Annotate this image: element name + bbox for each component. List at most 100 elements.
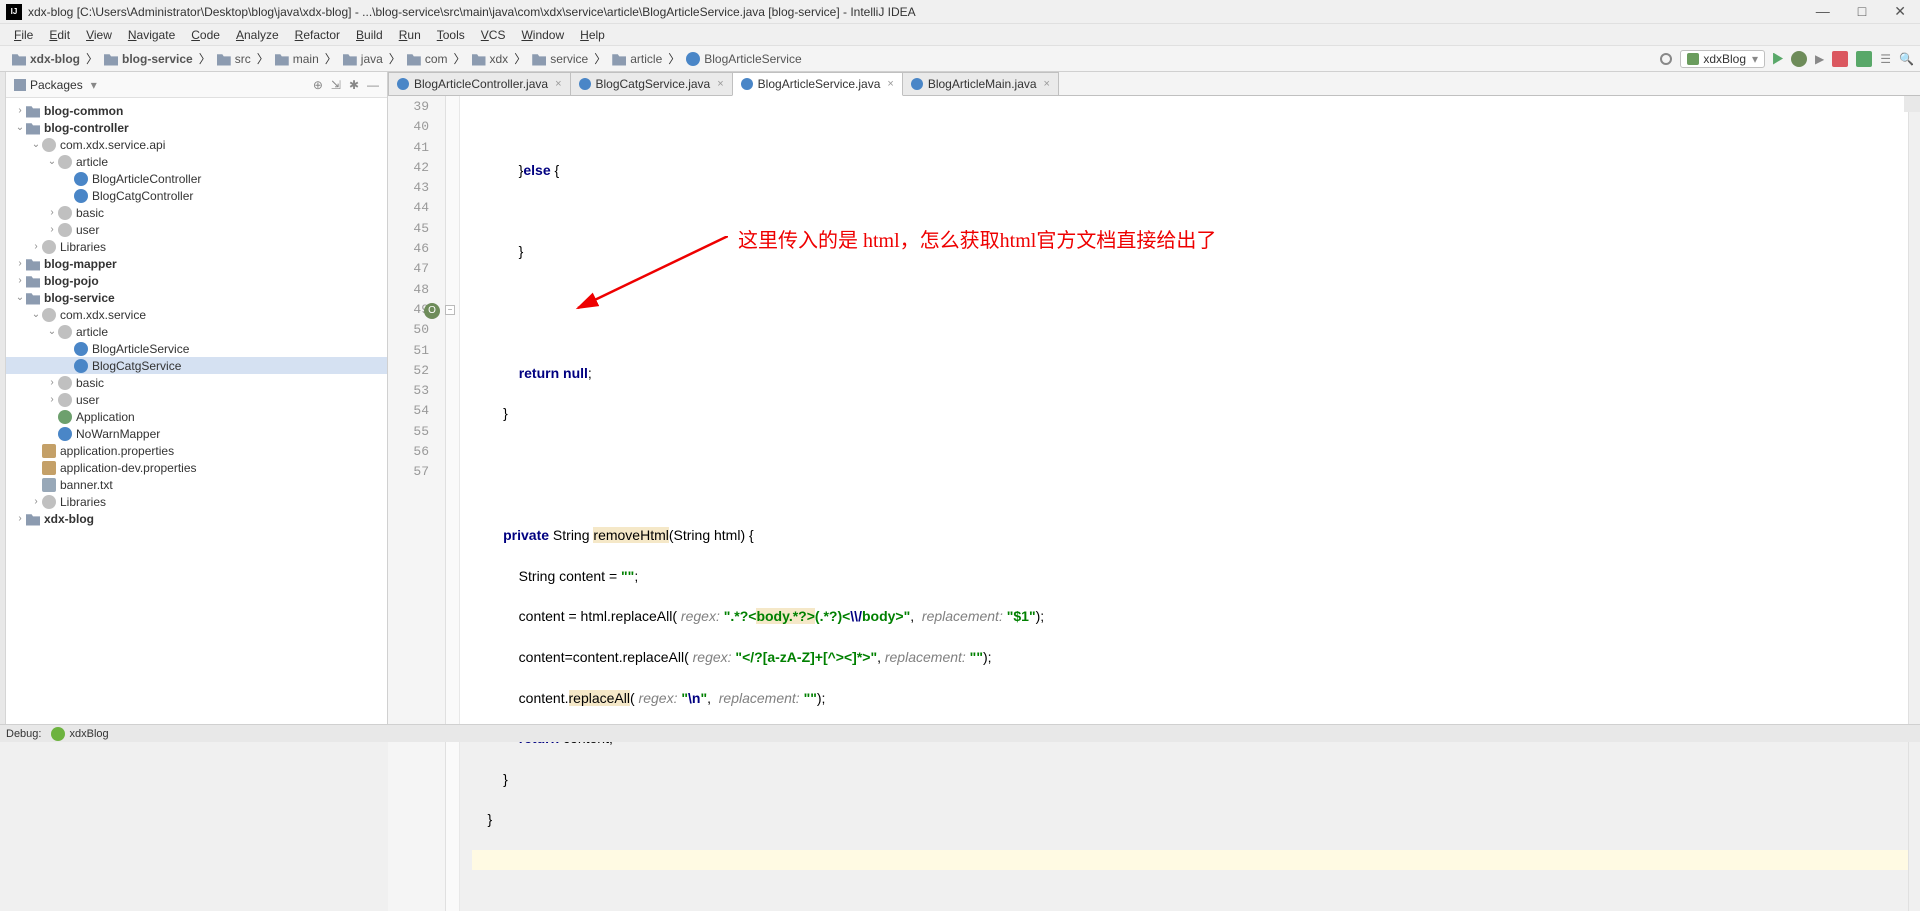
scroll-from-source-icon[interactable]: ⊕ — [313, 78, 323, 92]
breadcrumb-item[interactable]: com — [401, 51, 454, 67]
close-button[interactable]: ✕ — [1894, 3, 1906, 20]
breadcrumb-item[interactable]: main — [269, 51, 325, 67]
tree-twisty-icon[interactable]: ⌄ — [30, 309, 42, 320]
tree-item[interactable]: ›user — [6, 221, 387, 238]
tree-twisty-icon[interactable]: ⌄ — [46, 326, 58, 337]
close-tab-icon[interactable]: × — [887, 78, 893, 90]
run-configuration-selector[interactable]: xdxBlog▾ — [1680, 50, 1765, 68]
tree-item[interactable]: ›Libraries — [6, 238, 387, 255]
tree-twisty-icon[interactable]: › — [30, 496, 42, 507]
breadcrumb-item[interactable]: xdx — [466, 51, 515, 67]
tree-item[interactable]: ›blog-pojo — [6, 272, 387, 289]
breadcrumb-item[interactable]: BlogArticleService — [680, 51, 807, 67]
override-marker-icon[interactable]: O — [424, 303, 440, 319]
debug-toolwindow-button[interactable]: Debug: — [6, 728, 41, 740]
code-editor[interactable]: }else { } return null; } private String … — [460, 96, 1908, 911]
tree-item[interactable]: ⌄blog-controller — [6, 119, 387, 136]
editor-tab[interactable]: BlogCatgService.java× — [570, 72, 733, 95]
code-line: content=content.replaceAll( regex: "</?[… — [472, 647, 1908, 667]
tree-twisty-icon[interactable]: ⌄ — [14, 292, 26, 303]
search-everywhere-icon[interactable]: 🔍 — [1899, 52, 1914, 66]
tree-item[interactable]: ›user — [6, 391, 387, 408]
tree-item[interactable]: ⌄com.xdx.service.api — [6, 136, 387, 153]
breadcrumb-item[interactable]: xdx-blog — [6, 51, 86, 67]
tree-item[interactable]: BlogCatgService — [6, 357, 387, 374]
minimize-button[interactable]: — — [1816, 3, 1830, 20]
editor-tab[interactable]: BlogArticleMain.java× — [902, 72, 1059, 95]
menu-refactor[interactable]: Refactor — [287, 26, 348, 44]
update-button-icon[interactable] — [1856, 51, 1872, 67]
menu-view[interactable]: View — [78, 26, 120, 44]
close-tab-icon[interactable]: × — [555, 78, 561, 90]
breadcrumb-item[interactable]: blog-service — [98, 51, 199, 67]
tree-twisty-icon[interactable]: › — [46, 207, 58, 218]
close-tab-icon[interactable]: × — [1044, 78, 1050, 90]
tree-item[interactable]: banner.txt — [6, 476, 387, 493]
tree-item[interactable]: ⌄article — [6, 323, 387, 340]
tree-twisty-icon[interactable]: › — [46, 224, 58, 235]
breadcrumb-item[interactable]: article — [606, 51, 668, 67]
tree-item[interactable]: › blog-common — [6, 102, 387, 119]
project-tree[interactable]: ›blog-common⌄blog-controller⌄com.xdx.ser… — [6, 98, 387, 724]
tree-item[interactable]: ›blog-mapper — [6, 255, 387, 272]
tree-item[interactable]: ›basic — [6, 204, 387, 221]
tree-twisty-icon[interactable]: ⌄ — [14, 122, 26, 133]
menu-help[interactable]: Help — [572, 26, 613, 44]
tree-item[interactable]: application.properties — [6, 442, 387, 459]
menu-file[interactable]: File — [6, 26, 41, 44]
tree-item[interactable]: ›basic — [6, 374, 387, 391]
menu-window[interactable]: Window — [513, 26, 572, 44]
tree-item[interactable]: NoWarnMapper — [6, 425, 387, 442]
menu-edit[interactable]: Edit — [41, 26, 78, 44]
project-structure-icon[interactable]: ☰ — [1880, 52, 1891, 66]
menu-tools[interactable]: Tools — [429, 26, 473, 44]
breadcrumbs[interactable]: xdx-blog〉blog-service〉src〉main〉java〉com〉… — [6, 50, 808, 67]
menu-run[interactable]: Run — [391, 26, 429, 44]
debug-button-icon[interactable] — [1791, 51, 1807, 67]
menu-vcs[interactable]: VCS — [473, 26, 514, 44]
tree-item[interactable]: Application — [6, 408, 387, 425]
stop-button-icon[interactable] — [1832, 51, 1848, 67]
pkg-icon — [58, 206, 72, 220]
editor-tab[interactable]: BlogArticleService.java× — [732, 72, 903, 96]
tree-twisty-icon[interactable]: › — [14, 275, 26, 286]
tree-twisty-icon[interactable]: ⌄ — [46, 156, 58, 167]
pkg-icon — [58, 393, 72, 407]
tree-item-label: blog-common — [44, 104, 123, 118]
tree-item[interactable]: ⌄com.xdx.service — [6, 306, 387, 323]
tree-item[interactable]: ›xdx-blog — [6, 510, 387, 527]
tree-twisty-icon[interactable]: › — [46, 394, 58, 405]
coverage-button-icon[interactable]: ▶ — [1815, 52, 1824, 66]
tree-twisty-icon[interactable]: › — [14, 258, 26, 269]
tree-twisty-icon[interactable]: › — [14, 105, 26, 116]
tree-item[interactable]: BlogCatgController — [6, 187, 387, 204]
tree-item[interactable]: ⌄article — [6, 153, 387, 170]
run-toolwindow-label[interactable]: xdxBlog — [69, 728, 108, 740]
menu-navigate[interactable]: Navigate — [120, 26, 183, 44]
maximize-button[interactable]: □ — [1858, 3, 1866, 20]
fold-marker-icon[interactable]: − — [445, 305, 455, 315]
close-tab-icon[interactable]: × — [717, 78, 723, 90]
menu-build[interactable]: Build — [348, 26, 391, 44]
tree-item[interactable]: ›Libraries — [6, 493, 387, 510]
breadcrumb-item[interactable]: java — [337, 51, 389, 67]
expand-all-icon[interactable]: ⇲ — [331, 78, 341, 92]
editor-tab[interactable]: BlogArticleController.java× — [388, 72, 571, 95]
hide-panel-icon[interactable]: — — [367, 78, 379, 92]
tree-item[interactable]: ⌄blog-service — [6, 289, 387, 306]
tree-twisty-icon[interactable]: › — [46, 377, 58, 388]
scope-target-icon[interactable] — [1660, 53, 1672, 65]
tree-twisty-icon[interactable]: ⌄ — [30, 139, 42, 150]
breadcrumb-item[interactable]: src — [211, 51, 257, 67]
menu-analyze[interactable]: Analyze — [228, 26, 287, 44]
error-stripe[interactable] — [1908, 96, 1920, 911]
panel-settings-icon[interactable]: ✱ — [349, 78, 359, 92]
tree-item[interactable]: BlogArticleController — [6, 170, 387, 187]
breadcrumb-item[interactable]: service — [526, 51, 594, 67]
run-button-icon[interactable] — [1773, 53, 1783, 65]
tree-twisty-icon[interactable]: › — [14, 513, 26, 524]
tree-item[interactable]: BlogArticleService — [6, 340, 387, 357]
tree-twisty-icon[interactable]: › — [30, 241, 42, 252]
tree-item[interactable]: application-dev.properties — [6, 459, 387, 476]
menu-code[interactable]: Code — [183, 26, 228, 44]
